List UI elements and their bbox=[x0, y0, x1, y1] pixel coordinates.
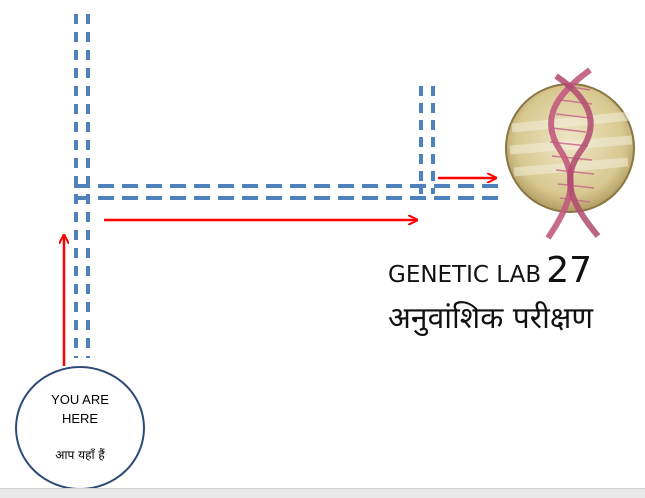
lab-corridor bbox=[419, 86, 435, 194]
you-are-here-hindi: आप यहाँ हैं bbox=[55, 448, 105, 462]
horizontal-corridor bbox=[74, 184, 502, 200]
you-are-here-line2: HERE bbox=[61, 411, 99, 426]
lab-title-hindi: अनुवांशिक परीक्षण bbox=[388, 301, 594, 336]
dna-icon bbox=[505, 67, 635, 240]
you-are-here-marker: YOU ARE HERE आप यहाँ हैं bbox=[15, 366, 145, 490]
lab-title: GENETIC LAB 27 bbox=[388, 250, 592, 291]
lab-title-text: GENETIC LAB bbox=[388, 262, 542, 288]
you-are-here-line1: YOU ARE bbox=[51, 392, 109, 407]
lab-number: 27 bbox=[546, 250, 593, 291]
